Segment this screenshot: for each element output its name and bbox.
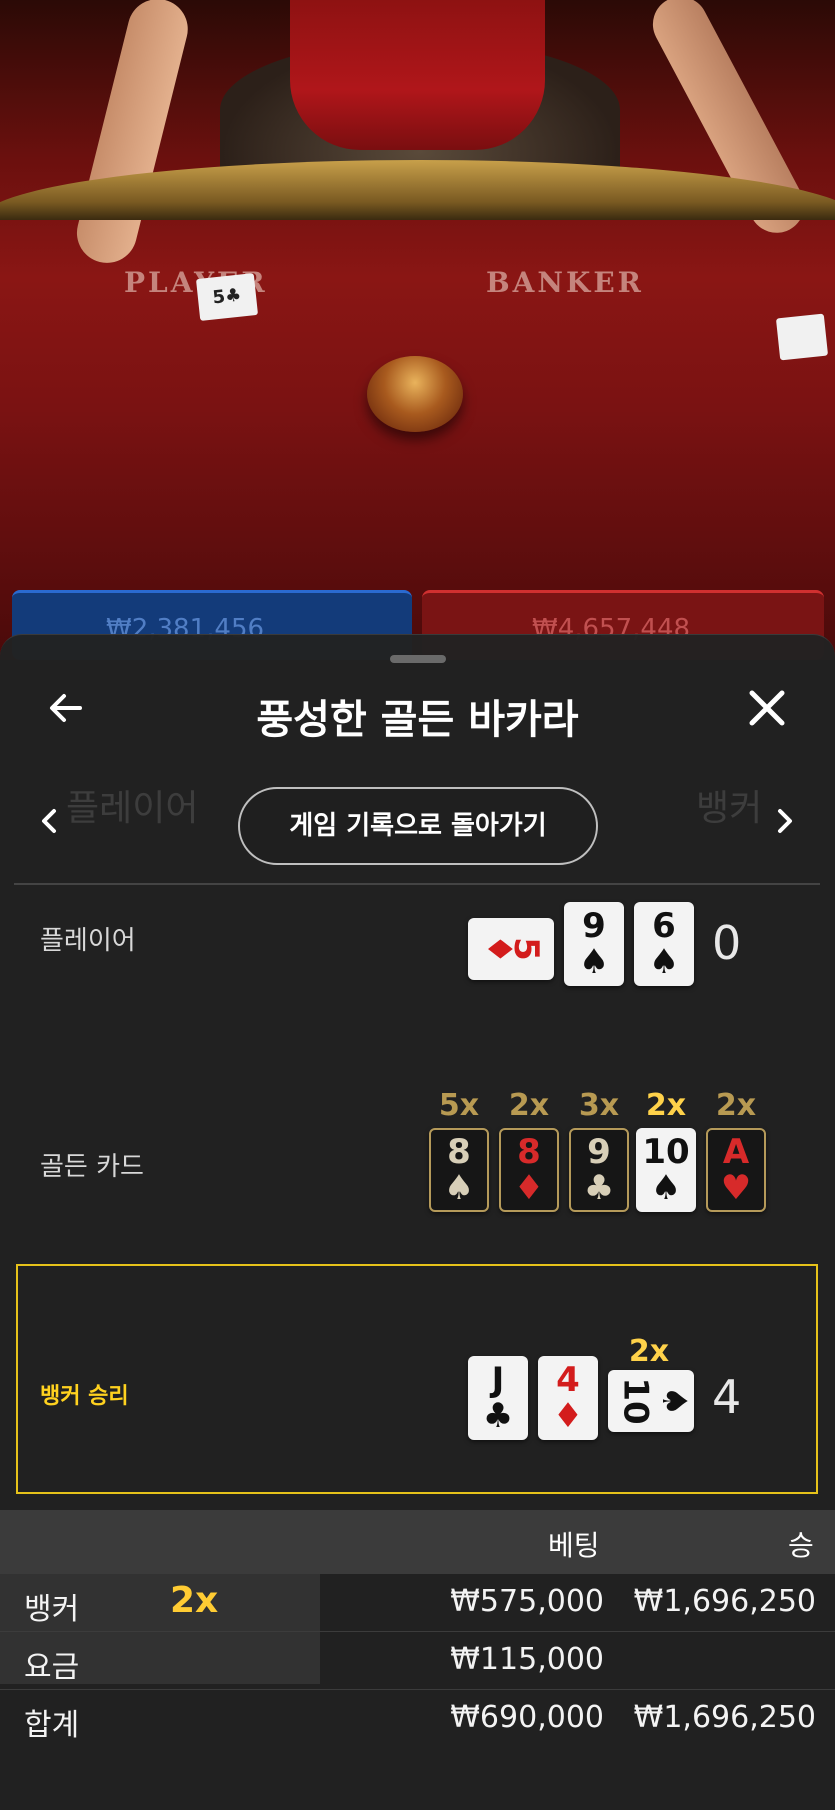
row-bet: ₩690,000 — [450, 1700, 604, 1735]
banker-card-3: 10 ♠ — [608, 1370, 695, 1432]
player-card-2: 9 ♠ — [564, 902, 624, 986]
chevron-right-icon[interactable] — [766, 803, 802, 839]
banker-score: 4 — [712, 1370, 742, 1424]
chevron-left-icon[interactable] — [32, 803, 68, 839]
golden-card-4-highlight: 10 ♠ — [636, 1128, 696, 1212]
felt-banker-label: BANKER — [486, 266, 644, 299]
close-icon[interactable] — [742, 683, 792, 733]
player-card-3: 6 ♠ — [634, 902, 694, 986]
sheet-title: 풍성한 골든 바카라 — [256, 697, 579, 743]
banker-row-label: 뱅커 승리 — [40, 1384, 129, 1409]
golden-row-label: 골든 카드 — [40, 1152, 144, 1182]
golden-mult: 3x — [578, 1088, 620, 1123]
ghost-player-label: 플레이어 — [66, 788, 199, 829]
row-bet: ₩115,000 — [450, 1642, 604, 1677]
dealt-card: 5♣ — [195, 273, 259, 321]
golden-card-1: 8 ♠ — [429, 1128, 489, 1212]
player-card-1: ♦ 5 — [468, 918, 554, 980]
dealt-card — [775, 313, 829, 361]
row-bet: ₩575,000 — [450, 1584, 604, 1619]
golden-card-2: 8 ♦ — [499, 1128, 559, 1212]
golden-card-3: 9 ♣ — [569, 1128, 629, 1212]
golden-mult: 2x — [645, 1088, 687, 1123]
dealer-arm-left — [70, 0, 195, 270]
player-score: 0 — [712, 916, 742, 970]
banker-win-highlight — [16, 1264, 818, 1494]
win-column-header: 승 — [788, 1529, 814, 1562]
divider — [14, 883, 820, 885]
row-label: 뱅커 — [24, 1592, 80, 1627]
screen: PLAYER BANKER 5♣ ₩2,381,456 ₩4,657,448 풍… — [0, 0, 835, 1810]
banker-card-1: J ♣ — [468, 1356, 528, 1440]
banker-card-2: 4 ♦ — [538, 1356, 598, 1440]
player-row-label: 플레이어 — [40, 926, 136, 956]
row-win: ₩1,696,250 — [633, 1700, 816, 1735]
row-multiplier: 2x — [170, 1580, 219, 1621]
card-shoe — [367, 356, 463, 432]
banker-card-mult: 2x — [628, 1334, 670, 1369]
bet-column-header: 베팅 — [548, 1529, 600, 1562]
golden-mult: 5x — [438, 1088, 480, 1123]
golden-mult: 2x — [715, 1088, 757, 1123]
row-label: 합계 — [24, 1708, 80, 1743]
dealer — [290, 0, 545, 150]
back-to-history-button[interactable]: 게임 기록으로 돌아가기 — [238, 787, 598, 865]
bet-table-header — [0, 1510, 835, 1574]
ghost-banker-label: 뱅커 — [696, 788, 763, 829]
golden-card-5: A ♥ — [706, 1128, 766, 1212]
golden-mult: 2x — [508, 1088, 550, 1123]
row-win: ₩1,696,250 — [633, 1584, 816, 1619]
drag-handle[interactable] — [390, 655, 446, 663]
row-label: 요금 — [24, 1650, 80, 1685]
live-dealer-video: PLAYER BANKER 5♣ ₩2,381,456 ₩4,657,448 — [0, 0, 835, 660]
